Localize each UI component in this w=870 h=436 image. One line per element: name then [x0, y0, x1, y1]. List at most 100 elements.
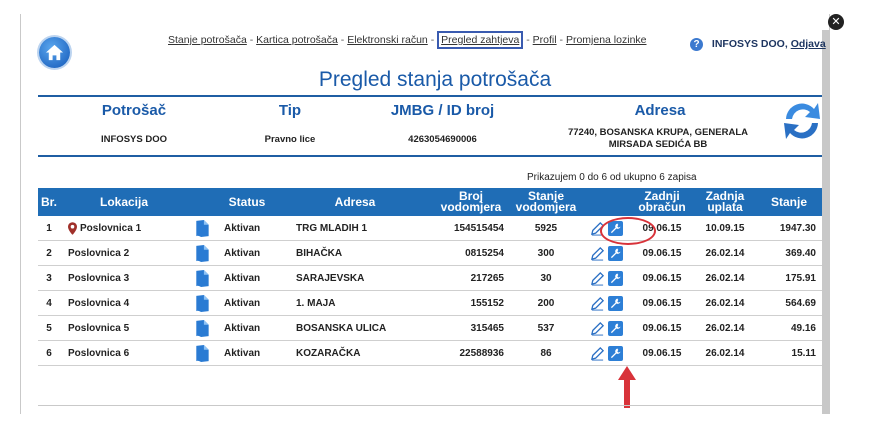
cell-br: 4: [38, 290, 60, 316]
cell-last-bill: 09.06.15: [630, 340, 694, 366]
col-meter-state: Stanje vodomjera: [510, 188, 582, 216]
cell-address: SARAJEVSKA: [278, 265, 432, 291]
location-pin-icon: [68, 221, 77, 235]
document-icon[interactable]: [194, 244, 210, 263]
cell-status: Aktivan: [216, 216, 278, 241]
cell-doc[interactable]: [188, 216, 216, 241]
cell-status: Aktivan: [216, 265, 278, 291]
cell-meter-state: 30: [510, 265, 582, 291]
locations-table: Br. Lokacija Status Adresa Broj vodomjer…: [38, 188, 822, 366]
cell-actions: [582, 315, 630, 341]
cell-doc[interactable]: [188, 240, 216, 266]
cell-location[interactable]: Poslovnica 5: [60, 315, 188, 341]
cell-br: 2: [38, 240, 60, 266]
nav-stanje-potrosaca[interactable]: Stanje potrošača: [168, 34, 247, 46]
help-icon[interactable]: ?: [690, 38, 703, 51]
cell-address: KOZARAČKA: [278, 340, 432, 366]
cell-br: 6: [38, 340, 60, 366]
cell-status: Aktivan: [216, 290, 278, 316]
pencil-icon[interactable]: [590, 321, 605, 336]
cell-location[interactable]: Poslovnica 1: [60, 216, 188, 241]
cell-meter-no: 0815254: [432, 240, 510, 266]
jmbg-value: 4263054690006: [408, 134, 477, 145]
cell-status: Aktivan: [216, 340, 278, 366]
logout-link[interactable]: Odjava: [791, 38, 826, 50]
cell-location[interactable]: Poslovnica 3: [60, 265, 188, 291]
close-icon[interactable]: ✕: [828, 14, 844, 30]
cell-meter-no: 315465: [432, 315, 510, 341]
cell-last-payment: 26.02.14: [694, 340, 756, 366]
table-row: 3 Poslovnica 3 Aktivan SARAJEVSKA 217265 30 09…: [38, 265, 822, 291]
col-location: Lokacija: [60, 188, 188, 216]
location-label: Poslovnica 6: [68, 347, 130, 359]
pencil-icon[interactable]: [590, 246, 605, 261]
cell-balance: 564.69: [756, 290, 822, 316]
settings-button[interactable]: [607, 270, 623, 286]
divider-top: [38, 95, 822, 97]
cell-status: Aktivan: [216, 240, 278, 266]
cell-address: TRG MLADIH 1: [278, 216, 432, 241]
page-title: Pregled stanja potrošača: [318, 68, 552, 91]
cell-location[interactable]: Poslovnica 2: [60, 240, 188, 266]
home-icon: [45, 44, 64, 61]
col-status: Status: [216, 188, 278, 216]
pencil-icon[interactable]: [590, 271, 605, 286]
document-icon[interactable]: [194, 319, 210, 338]
wrench-icon: [610, 272, 621, 283]
nav-kartica-potrosaca[interactable]: Kartica potrošača: [256, 34, 338, 46]
wrench-icon: [610, 322, 621, 333]
cell-last-payment: 26.02.14: [694, 265, 756, 291]
address-value: 77240, BOSANSKA KRUPA, GENERALA MIRSADA …: [567, 127, 748, 150]
cell-last-bill: 09.06.15: [630, 240, 694, 266]
cell-doc[interactable]: [188, 340, 216, 366]
cell-doc[interactable]: [188, 290, 216, 316]
nav-profil[interactable]: Profil: [533, 34, 557, 46]
cell-br: 5: [38, 315, 60, 341]
document-icon[interactable]: [194, 344, 210, 363]
cell-meter-no: 22588936: [432, 340, 510, 366]
cell-meter-state: 300: [510, 240, 582, 266]
wrench-icon: [610, 347, 621, 358]
location-label: Poslovnica 4: [68, 297, 130, 309]
table-row: 2 Poslovnica 2 Aktivan BIHAČKA 0815254 300 09.…: [38, 240, 822, 266]
jmbg-header: JMBG / ID broj: [390, 102, 495, 119]
settings-button[interactable]: [607, 320, 623, 336]
cell-last-bill: 09.06.15: [630, 315, 694, 341]
cell-address: BIHAČKA: [278, 240, 432, 266]
home-button[interactable]: [39, 37, 70, 68]
document-icon[interactable]: [194, 219, 210, 238]
location-label: Poslovnica 5: [68, 322, 130, 334]
cell-last-bill: 09.06.15: [630, 265, 694, 291]
type-value: Pravno lice: [264, 134, 316, 145]
cell-doc[interactable]: [188, 265, 216, 291]
highlight-ellipse: [600, 217, 656, 245]
document-icon[interactable]: [194, 294, 210, 313]
cell-br: 3: [38, 265, 60, 291]
cell-location[interactable]: Poslovnica 6: [60, 340, 188, 366]
table-row: 1 Poslovnica 1 Aktivan TRG MLADIH 1 15451545…: [38, 216, 822, 241]
settings-button[interactable]: [607, 245, 623, 261]
nav-promjena-lozinke[interactable]: Promjena lozinke: [566, 34, 647, 46]
cell-last-payment: 26.02.14: [694, 315, 756, 341]
cell-balance: 175.91: [756, 265, 822, 291]
table-header-row: Br. Lokacija Status Adresa Broj vodomjer…: [38, 188, 822, 216]
cell-balance: 1947.30: [756, 216, 822, 241]
cell-location[interactable]: Poslovnica 4: [60, 290, 188, 316]
cell-address: BOSANSKA ULICA: [278, 315, 432, 341]
pencil-icon[interactable]: [590, 346, 605, 361]
location-label: Poslovnica 2: [68, 247, 130, 259]
cell-balance: 15.11: [756, 340, 822, 366]
company-name: INFOSYS DOO,: [711, 38, 788, 50]
col-doc: [188, 188, 216, 216]
settings-button[interactable]: [607, 345, 623, 361]
nav-pregled-zahtjeva[interactable]: Pregled zahtjeva: [437, 31, 524, 49]
nav-elektronski-racun[interactable]: Elektronski račun: [347, 34, 428, 46]
location-label: Poslovnica 3: [68, 272, 130, 284]
refresh-icon[interactable]: [780, 97, 824, 145]
document-icon[interactable]: [194, 269, 210, 288]
cell-balance: 369.40: [756, 240, 822, 266]
settings-button[interactable]: [607, 295, 623, 311]
address-header: Adresa: [634, 102, 686, 119]
pencil-icon[interactable]: [590, 296, 605, 311]
cell-doc[interactable]: [188, 315, 216, 341]
